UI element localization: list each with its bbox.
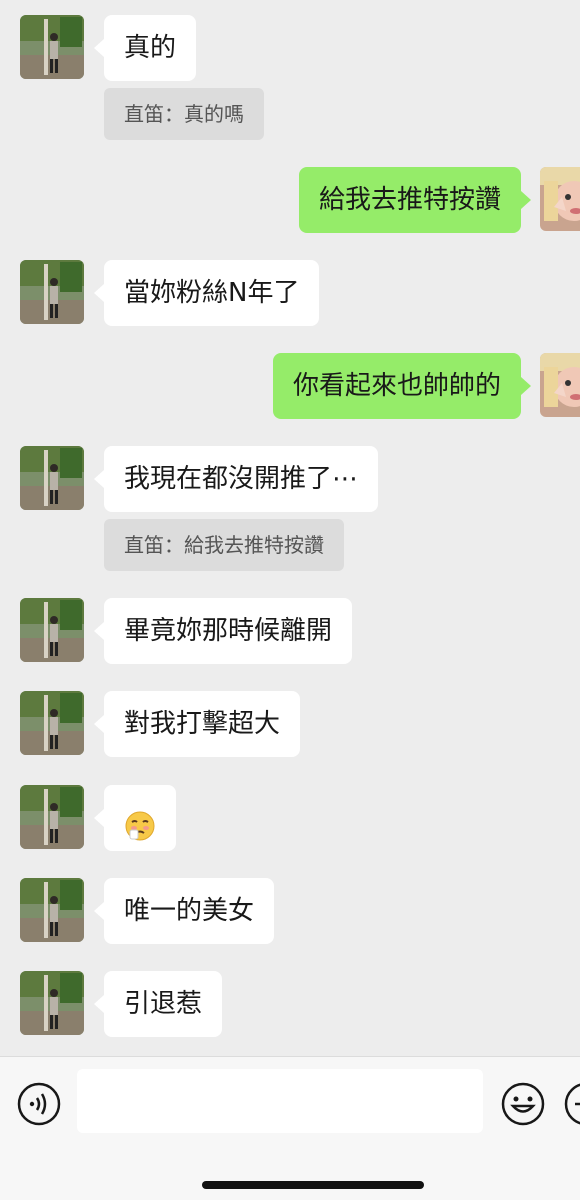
message-bubble-incoming[interactable]: 引退惹	[93, 971, 223, 1037]
message-text: 唯一的美女	[124, 896, 255, 926]
home-indicator[interactable]	[202, 1181, 424, 1189]
message-bubble-incoming[interactable]: 真的	[93, 15, 197, 81]
contact-avatar[interactable]	[20, 971, 84, 1035]
contact-avatar[interactable]	[20, 691, 84, 755]
message-text: 引退惹	[124, 989, 203, 1019]
quoted-reply[interactable]: 直笛：真的嗎	[104, 88, 264, 140]
message-text: 畢竟妳那時候離開	[124, 616, 333, 646]
contact-avatar[interactable]	[20, 878, 84, 942]
message-bubble-incoming[interactable]	[94, 785, 176, 851]
my-avatar[interactable]	[540, 353, 580, 417]
chat-message-list[interactable]: 真的 直笛：真的嗎 給我去推特按讚 當妳粉絲N年了 你看起來也帥帥的 我現在都沒…	[0, 0, 580, 1056]
message-text: 對我打擊超大	[124, 709, 281, 739]
tired-face-emoji	[124, 801, 156, 840]
message-bubble-outgoing[interactable]: 你看起來也帥帥的	[272, 353, 532, 419]
quoted-reply[interactable]: 直笛：給我去推特按讚	[104, 519, 344, 571]
message-text: 你看起來也帥帥的	[292, 371, 501, 401]
contact-avatar[interactable]	[20, 598, 84, 662]
message-bubble-outgoing[interactable]: 給我去推特按讚	[298, 167, 532, 233]
message-bubble-incoming[interactable]: 我現在都沒開推了⋯	[93, 446, 379, 512]
contact-avatar[interactable]	[20, 446, 84, 510]
message-input[interactable]	[77, 1069, 483, 1133]
contact-avatar[interactable]	[20, 785, 84, 849]
emoji-icon[interactable]	[500, 1081, 546, 1127]
voice-icon[interactable]	[16, 1081, 62, 1127]
message-bubble-incoming[interactable]: 當妳粉絲N年了	[93, 260, 320, 326]
plus-icon[interactable]	[563, 1081, 580, 1127]
message-text: 當妳粉絲N年了	[124, 278, 300, 308]
message-bubble-incoming[interactable]: 畢竟妳那時候離開	[93, 598, 353, 664]
message-bubble-incoming[interactable]: 唯一的美女	[93, 878, 275, 944]
contact-avatar[interactable]	[20, 260, 84, 324]
my-avatar[interactable]	[540, 167, 580, 231]
message-text: 我現在都沒開推了⋯	[124, 464, 359, 494]
message-bubble-incoming[interactable]: 對我打擊超大	[93, 691, 301, 757]
contact-avatar[interactable]	[20, 15, 84, 79]
message-text: 給我去推特按讚	[318, 185, 501, 215]
chat-input-bar	[0, 1056, 580, 1200]
message-text: 真的	[124, 33, 177, 63]
quote-text: 直笛：給我去推特按讚	[124, 533, 324, 557]
quote-text: 直笛：真的嗎	[124, 102, 244, 126]
